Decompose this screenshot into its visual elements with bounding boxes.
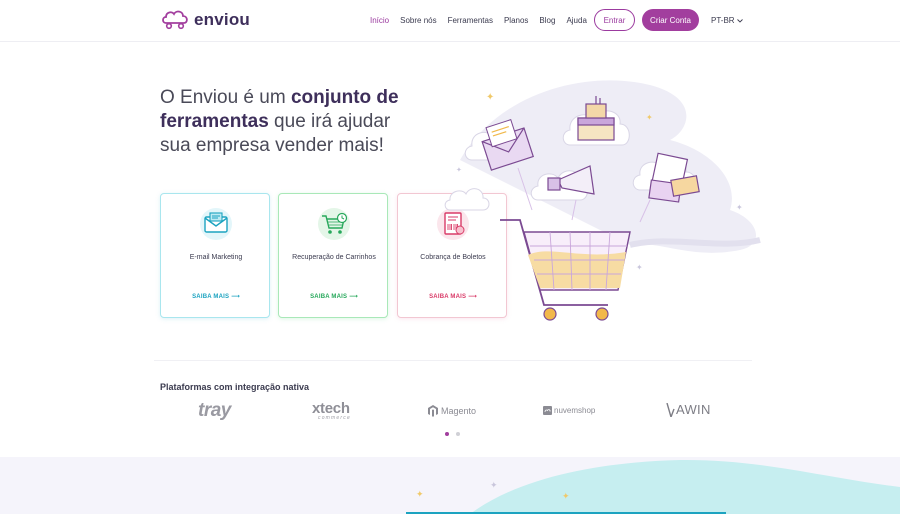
login-button[interactable]: Entrar [594, 9, 635, 31]
nav-planos[interactable]: Planos [504, 16, 528, 25]
nuvemshop-logo: nuvemshop [543, 406, 595, 415]
carousel-dot[interactable] [456, 432, 460, 436]
svg-text:✦: ✦ [562, 492, 570, 502]
brand-name: enviou [194, 10, 250, 29]
logo[interactable]: enviou [160, 9, 250, 31]
magento-logo: Magento [428, 405, 476, 417]
carousel-dot-active[interactable] [445, 432, 449, 436]
tray-logo: tray [198, 400, 231, 421]
main-nav: Início Sobre nós Ferramentas Planos Blog… [370, 16, 587, 25]
arrow-right-icon: ⟶ [349, 294, 358, 300]
cart-icon [318, 208, 350, 240]
chevron-down-icon [736, 18, 743, 23]
awin-icon [666, 402, 675, 417]
svg-text:✦: ✦ [490, 481, 498, 491]
nav-ajuda[interactable]: Ajuda [566, 16, 586, 25]
card-recuperacao-carrinhos[interactable]: Recuperação de Carrinhos SAIBA MAIS ⟶ [278, 193, 388, 318]
nav-blog[interactable]: Blog [539, 16, 555, 25]
shopping-cart-icon [500, 219, 631, 321]
xtech-subtitle: commerce [318, 415, 351, 421]
card-title: E-mail Marketing [189, 254, 243, 261]
saiba-mais-link[interactable]: SAIBA MAIS ⟶ [279, 293, 389, 300]
xtech-logo: xtech commerce [312, 401, 351, 421]
nav-inicio[interactable]: Início [370, 16, 389, 25]
svg-text:✦: ✦ [636, 263, 643, 272]
car-cloud-logo-icon [162, 10, 188, 30]
carousel-dots [445, 432, 460, 436]
svg-text:✦: ✦ [456, 166, 462, 174]
next-section: ✦ ✦ ✦ [0, 457, 900, 514]
saiba-mais-link[interactable]: SAIBA MAIS ⟶ [161, 293, 271, 300]
nuvemshop-label: nuvemshop [554, 406, 596, 415]
nav-sobre-nos[interactable]: Sobre nós [400, 16, 436, 25]
svg-text:✦: ✦ [486, 92, 494, 103]
saiba-mais-label: SAIBA MAIS [310, 294, 348, 300]
card-email-marketing[interactable]: E-mail Marketing SAIBA MAIS ⟶ [160, 193, 270, 318]
awin-label: AWIN [676, 402, 711, 417]
magento-icon [428, 405, 438, 417]
hero-headline: O Enviou é um conjunto de ferramentas qu… [160, 86, 420, 158]
site-header: enviou Início Sobre nós Ferramentas Plan… [0, 0, 900, 42]
xtech-wordmark: xtech [312, 400, 350, 417]
language-selector[interactable]: PT-BR [711, 16, 743, 25]
svg-text:✦: ✦ [736, 203, 743, 212]
integrations-title: Plataformas com integração nativa [160, 382, 310, 392]
arrow-right-icon: ⟶ [231, 294, 240, 300]
section-divider [154, 360, 752, 361]
nuvemshop-icon [543, 406, 552, 415]
hero-illustration: ✦ ✦ ✦ ✦ ✦ [444, 80, 761, 321]
svg-text:✦: ✦ [646, 113, 653, 122]
card-title: Recuperação de Carrinhos [292, 254, 376, 261]
envelope-icon [200, 208, 232, 240]
language-label: PT-BR [711, 16, 735, 25]
signup-button[interactable]: Criar Conta [642, 9, 699, 31]
nav-ferramentas[interactable]: Ferramentas [448, 16, 493, 25]
decorative-wave: ✦ ✦ ✦ [406, 459, 900, 514]
magento-label: Magento [441, 406, 477, 416]
saiba-mais-label: SAIBA MAIS [192, 294, 230, 300]
svg-text:✦: ✦ [416, 490, 424, 500]
awin-logo: AWIN [666, 402, 711, 417]
headline-part1: O Enviou é um [160, 87, 291, 108]
